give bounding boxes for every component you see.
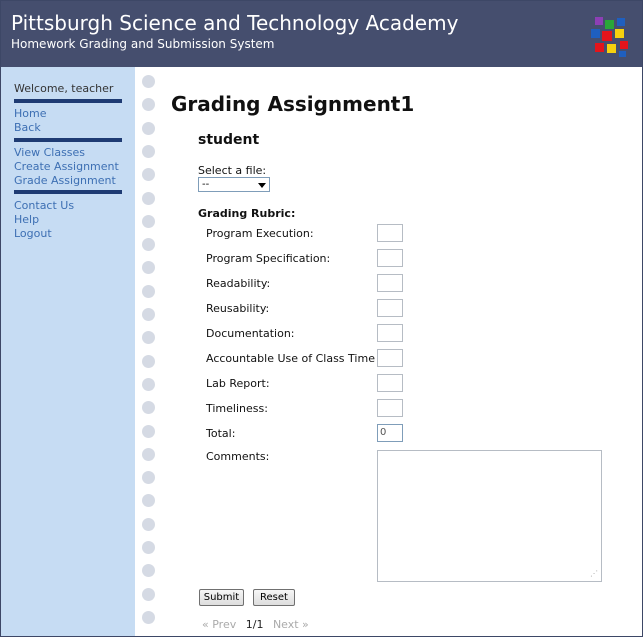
sidebar-link-view-classes[interactable]: View Classes xyxy=(14,146,85,159)
criterion-input-class-time[interactable] xyxy=(377,349,403,367)
chevron-down-icon xyxy=(258,183,266,188)
sidebar-divider xyxy=(14,138,122,142)
main-content: Grading Assignment1 student Select a fil… xyxy=(163,67,642,636)
criterion-label-class-time: Accountable Use of Class Time xyxy=(206,352,375,365)
grading-rubric-label: Grading Rubric: xyxy=(198,207,296,220)
submit-button[interactable]: Submit xyxy=(199,589,244,606)
reset-button[interactable]: Reset xyxy=(253,589,295,606)
criterion-label-program-execution: Program Execution: xyxy=(206,227,314,240)
criterion-label-reusability: Reusability: xyxy=(206,302,270,315)
pagination-current: 1/1 xyxy=(245,618,264,631)
page-title: Grading Assignment1 xyxy=(171,92,415,116)
criterion-input-program-execution[interactable] xyxy=(377,224,403,242)
criterion-label-documentation: Documentation: xyxy=(206,327,295,340)
pagination: « Prev 1/1 Next » xyxy=(202,618,309,631)
criterion-input-documentation[interactable] xyxy=(377,324,403,342)
file-select-value: -- xyxy=(202,179,210,190)
criterion-input-readability[interactable] xyxy=(377,274,403,292)
binding-ring-icon xyxy=(142,610,155,624)
binding-ring-icon xyxy=(142,564,155,578)
criterion-input-lab-report[interactable] xyxy=(377,374,403,392)
notebook-binding xyxy=(135,67,163,636)
sidebar-link-grade-assignment[interactable]: Grade Assignment xyxy=(14,174,116,187)
total-label: Total: xyxy=(206,427,236,440)
criterion-label-lab-report: Lab Report: xyxy=(206,377,270,390)
binding-ring-icon xyxy=(142,354,155,368)
academy-logo-icon xyxy=(591,17,631,57)
binding-ring-icon xyxy=(142,121,155,135)
binding-ring-icon xyxy=(142,447,155,461)
app-window: Pittsburgh Science and Technology Academ… xyxy=(0,0,643,637)
sidebar: Welcome, teacher Home Back View Classes … xyxy=(1,67,135,636)
binding-ring-icon xyxy=(142,98,155,112)
binding-ring-icon xyxy=(142,261,155,275)
binding-ring-icon xyxy=(142,377,155,391)
sidebar-link-help[interactable]: Help xyxy=(14,213,39,226)
total-input[interactable]: 0 xyxy=(377,424,403,442)
binding-ring-icon xyxy=(142,75,155,88)
criterion-label-readability: Readability: xyxy=(206,277,271,290)
sidebar-link-contact-us[interactable]: Contact Us xyxy=(14,199,74,212)
binding-ring-icon xyxy=(142,331,155,345)
file-select[interactable]: -- xyxy=(198,177,270,192)
binding-ring-icon xyxy=(142,424,155,438)
criterion-label-timeliness: Timeliness: xyxy=(206,402,268,415)
criterion-input-timeliness[interactable] xyxy=(377,399,403,417)
binding-ring-icon xyxy=(142,401,155,415)
binding-ring-icon xyxy=(142,238,155,252)
header: Pittsburgh Science and Technology Academ… xyxy=(1,1,642,67)
pagination-next[interactable]: Next » xyxy=(273,618,309,631)
criterion-input-program-specification[interactable] xyxy=(377,249,403,267)
binding-ring-icon xyxy=(142,471,155,485)
student-name: student xyxy=(198,132,260,148)
sidebar-link-create-assignment[interactable]: Create Assignment xyxy=(14,160,119,173)
sidebar-link-home[interactable]: Home xyxy=(14,107,46,120)
sidebar-divider xyxy=(14,190,122,194)
comments-textarea[interactable]: ⋰ xyxy=(377,450,602,582)
resize-grip-icon[interactable]: ⋰ xyxy=(590,570,598,578)
binding-ring-icon xyxy=(142,284,155,298)
sidebar-link-back[interactable]: Back xyxy=(14,121,41,134)
criterion-input-reusability[interactable] xyxy=(377,299,403,317)
binding-ring-icon xyxy=(142,517,155,531)
site-title: Pittsburgh Science and Technology Academ… xyxy=(11,11,459,35)
pagination-prev[interactable]: « Prev xyxy=(202,618,236,631)
comments-label: Comments: xyxy=(206,450,270,463)
binding-ring-icon xyxy=(142,144,155,158)
binding-ring-icon xyxy=(142,168,155,182)
binding-ring-icon xyxy=(142,214,155,228)
binding-ring-icon xyxy=(142,494,155,508)
sidebar-divider xyxy=(14,99,122,103)
sidebar-link-logout[interactable]: Logout xyxy=(14,227,52,240)
welcome-text: Welcome, teacher xyxy=(14,82,114,95)
binding-ring-icon xyxy=(142,308,155,321)
binding-ring-icon xyxy=(142,191,155,205)
binding-ring-icon xyxy=(142,541,155,554)
criterion-label-program-specification: Program Specification: xyxy=(206,252,331,265)
site-subtitle: Homework Grading and Submission System xyxy=(11,37,275,51)
file-select-label: Select a file: xyxy=(198,164,267,177)
binding-ring-icon xyxy=(142,587,155,601)
